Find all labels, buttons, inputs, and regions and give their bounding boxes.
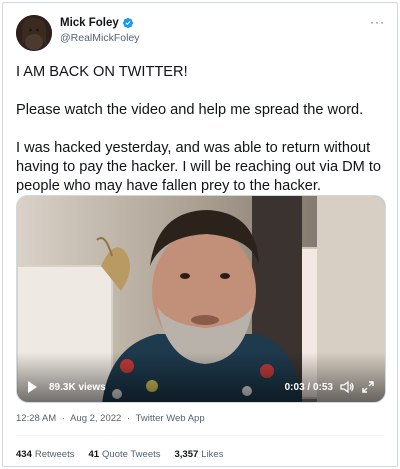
quote-tweets-count: 41 <box>88 449 100 460</box>
verified-badge-icon <box>122 17 133 29</box>
avatar-image <box>16 15 52 51</box>
avatar[interactable] <box>16 15 52 51</box>
meta-separator: · <box>61 413 65 424</box>
likes-label: Likes <box>201 449 224 460</box>
more-options-icon[interactable]: ··· <box>370 15 385 29</box>
tweet-text-line: I was hacked yesterday, and was able to … <box>16 140 382 194</box>
tweet-meta: 12:28 AM · Aug 2, 2022 · Twitter Web App <box>16 413 205 424</box>
tweet-stats: 434 Retweets 41 Quote Tweets 3,357 Likes <box>16 449 223 460</box>
author-handle[interactable]: @RealMickFoley <box>60 32 140 44</box>
retweets-count: 434 <box>16 449 32 460</box>
fullscreen-icon[interactable] <box>361 380 375 394</box>
volume-icon[interactable] <box>339 380 355 394</box>
retweets-label: Retweets <box>34 449 75 460</box>
tweet-text-line: I AM BACK ON TWITTER! <box>16 64 188 80</box>
tweet-time[interactable]: 12:28 AM <box>16 413 56 424</box>
quote-tweets-stat[interactable]: 41 Quote Tweets <box>88 449 160 460</box>
meta-separator: · <box>126 413 131 424</box>
tweet-date[interactable]: Aug 2, 2022 <box>70 413 121 424</box>
likes-count: 3,357 <box>174 449 199 460</box>
tweet-card: Mick Foley @RealMickFoley ··· I AM BACK … <box>2 2 398 467</box>
author-name-row[interactable]: Mick Foley <box>60 17 134 29</box>
play-icon[interactable] <box>25 380 39 394</box>
author-display-name[interactable]: Mick Foley <box>60 17 119 29</box>
tweet-text-line: Please watch the video and help me sprea… <box>16 102 364 118</box>
video-time: 0:03 / 0:53 <box>284 382 333 393</box>
tweet-text: I AM BACK ON TWITTER! Please watch the v… <box>16 63 390 196</box>
quote-tweets-label: Quote Tweets <box>102 449 161 460</box>
tweet-source[interactable]: Twitter Web App <box>136 413 205 424</box>
retweets-stat[interactable]: 434 Retweets <box>16 449 74 460</box>
divider <box>16 435 384 436</box>
video-frame <box>17 196 385 402</box>
video-views: 89.3K views <box>49 382 106 393</box>
likes-stat[interactable]: 3,357 Likes <box>175 449 224 460</box>
video-player[interactable]: 89.3K views 0:03 / 0:53 <box>16 195 386 403</box>
